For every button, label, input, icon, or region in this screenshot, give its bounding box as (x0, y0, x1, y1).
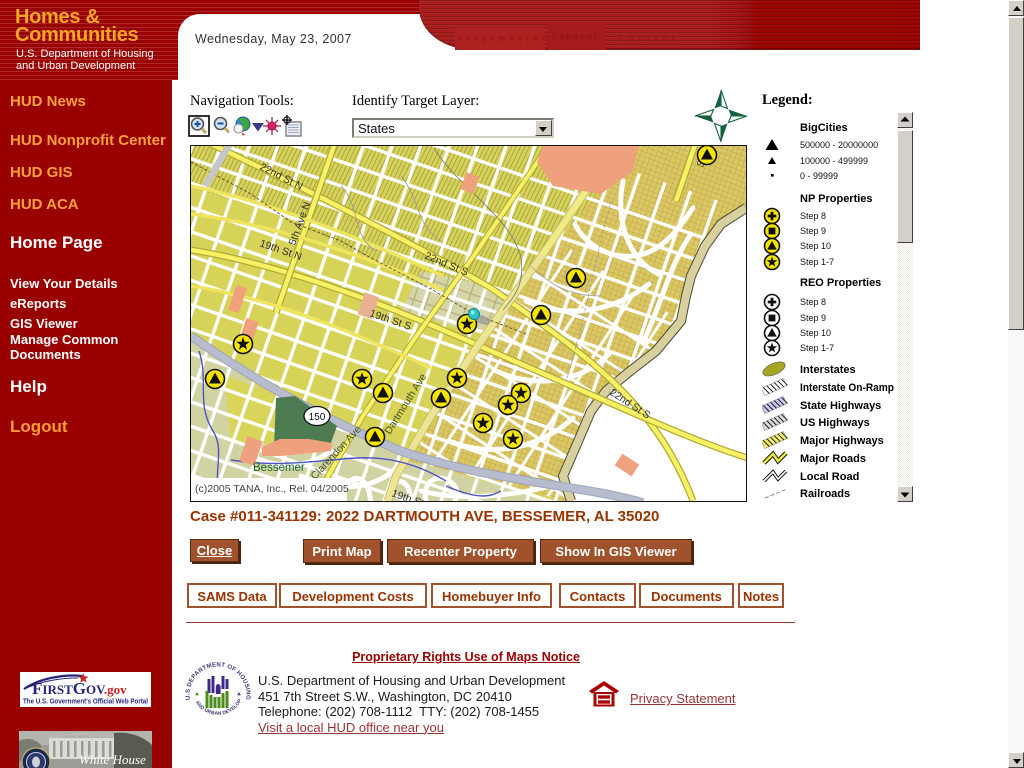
svg-text:NP Properties: NP Properties (800, 193, 873, 205)
svg-text:Step 1-7: Step 1-7 (800, 257, 834, 267)
svg-text:Major Roads: Major Roads (800, 453, 866, 465)
svg-text:100000 - 499999: 100000 - 499999 (800, 156, 868, 166)
svg-text:White House: White House (79, 752, 146, 767)
svg-text:Local Road: Local Road (800, 471, 859, 483)
svg-text:Interstate On-Ramp: Interstate On-Ramp (800, 382, 894, 394)
svg-text:FIRSTGOV.gov: FIRSTGOV.gov (32, 679, 127, 698)
svg-text:150: 150 (309, 412, 326, 423)
svg-text:US Highways: US Highways (800, 417, 870, 429)
svg-text:State Highways: State Highways (800, 400, 881, 412)
svg-text:Step 10: Step 10 (800, 328, 831, 338)
svg-text:Step 8: Step 8 (800, 297, 826, 307)
svg-text:Step 9: Step 9 (800, 226, 826, 236)
svg-text:Bessemer: Bessemer (253, 462, 305, 474)
svg-text:500000 - 20000000: 500000 - 20000000 (800, 140, 878, 150)
svg-text:Step 10: Step 10 (800, 241, 831, 251)
svg-text:(c)2005 TANA, Inc., Rel. 04/20: (c)2005 TANA, Inc., Rel. 04/2005 (195, 483, 349, 495)
svg-text:Step 9: Step 9 (800, 313, 826, 323)
svg-text:Interstates: Interstates (800, 364, 856, 376)
svg-text:The U.S. Government's Official: The U.S. Government's Official Web Porta… (23, 699, 148, 706)
svg-text:Step 8: Step 8 (800, 211, 826, 221)
svg-text:Major Highways: Major Highways (800, 435, 884, 447)
svg-text:BigCities: BigCities (800, 122, 848, 134)
svg-text:Step 1-7: Step 1-7 (800, 343, 834, 353)
svg-text:0 - 99999: 0 - 99999 (800, 171, 838, 181)
svg-text:REO Properties: REO Properties (800, 277, 881, 289)
svg-text:Railroads: Railroads (800, 488, 850, 500)
